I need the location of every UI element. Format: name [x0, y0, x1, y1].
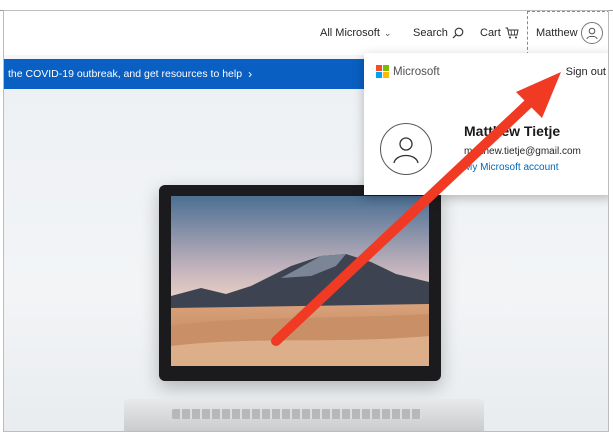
person-icon: [581, 22, 603, 44]
microsoft-logo: Microsoft: [376, 65, 440, 78]
keyboard-keys: [172, 409, 422, 419]
browser-viewport: All Microsoft ⌄ Search Cart Matthew the …: [3, 10, 609, 432]
user-name-label: Matthew: [536, 27, 578, 39]
my-microsoft-account-link[interactable]: My Microsoft account: [464, 162, 558, 173]
search-button[interactable]: Search: [413, 11, 464, 55]
sign-out-link[interactable]: Sign out: [566, 66, 606, 78]
microsoft-logo-icon: [376, 65, 389, 78]
chevron-right-icon: ›: [248, 67, 253, 81]
banner-text: the COVID-19 outbreak, and get resources…: [8, 68, 243, 80]
user-account-button[interactable]: Matthew: [527, 11, 608, 55]
laptop-image: [159, 185, 441, 381]
all-microsoft-label: All Microsoft: [320, 27, 380, 39]
account-dropdown: Microsoft Sign out Matthew Tietje matthe…: [364, 53, 608, 195]
search-icon: [452, 27, 464, 39]
profile-avatar[interactable]: [380, 123, 432, 175]
laptop-screen-wallpaper: [171, 196, 429, 366]
account-full-name: Matthew Tietje: [464, 123, 561, 139]
chevron-down-icon: ⌄: [383, 27, 392, 38]
account-email: matthew.tietje@gmail.com: [464, 146, 581, 157]
laptop-keyboard-base: [124, 399, 484, 431]
search-label: Search: [413, 27, 448, 39]
site-header: All Microsoft ⌄ Search Cart Matthew: [4, 11, 608, 55]
cart-button[interactable]: Cart: [480, 11, 519, 55]
person-icon: [393, 137, 419, 164]
cart-icon: [505, 27, 519, 39]
microsoft-brand-label: Microsoft: [393, 65, 440, 78]
cart-label: Cart: [480, 27, 501, 39]
all-microsoft-menu[interactable]: All Microsoft ⌄: [320, 11, 391, 55]
